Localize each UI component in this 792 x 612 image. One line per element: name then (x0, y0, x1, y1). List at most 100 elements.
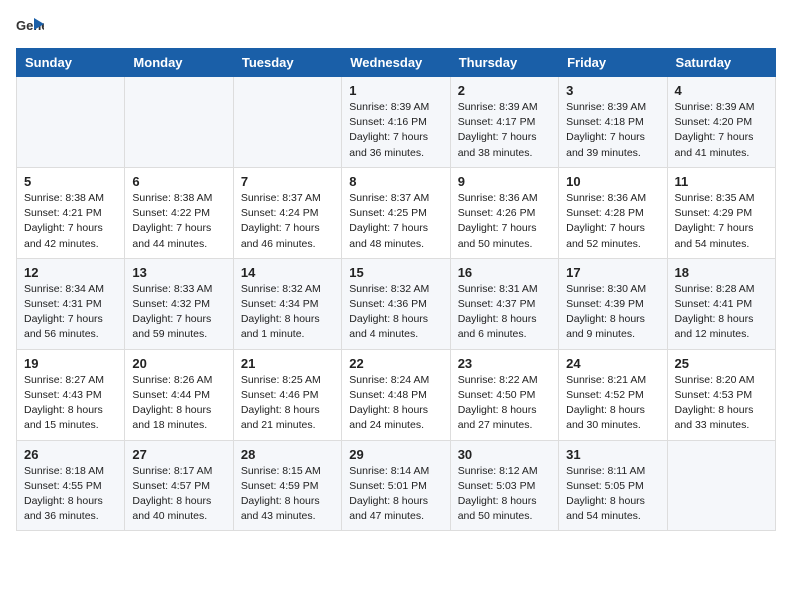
day-number: 5 (24, 174, 117, 189)
day-number: 26 (24, 447, 117, 462)
cell-content: Sunrise: 8:32 AM Sunset: 4:36 PM Dayligh… (349, 282, 442, 343)
cell-content: Sunrise: 8:33 AM Sunset: 4:32 PM Dayligh… (132, 282, 225, 343)
cell-content: Sunrise: 8:22 AM Sunset: 4:50 PM Dayligh… (458, 373, 551, 434)
calendar-cell: 10Sunrise: 8:36 AM Sunset: 4:28 PM Dayli… (559, 167, 667, 258)
cell-content: Sunrise: 8:39 AM Sunset: 4:20 PM Dayligh… (675, 100, 768, 161)
calendar-table: SundayMondayTuesdayWednesdayThursdayFrid… (16, 48, 776, 531)
calendar-cell (667, 440, 775, 531)
day-number: 17 (566, 265, 659, 280)
day-number: 24 (566, 356, 659, 371)
calendar-cell: 7 Sunrise: 8:37 AM Sunset: 4:24 PM Daylig… (233, 167, 341, 258)
cell-content: Sunrise: 8:15 AM Sunset: 4:59 PM Dayligh… (241, 464, 334, 525)
calendar-cell: 20 Sunrise: 8:26 AM Sunset: 4:44 PM Dayli… (125, 349, 233, 440)
calendar-cell: 13 Sunrise: 8:33 AM Sunset: 4:32 PM Dayli… (125, 258, 233, 349)
calendar-cell: 4 Sunrise: 8:39 AM Sunset: 4:20 PM Daylig… (667, 77, 775, 168)
calendar-cell: 16Sunrise: 8:31 AM Sunset: 4:37 PM Dayli… (450, 258, 558, 349)
calendar-cell: 6 Sunrise: 8:38 AM Sunset: 4:22 PM Daylig… (125, 167, 233, 258)
cell-content: Sunrise: 8:39 AM Sunset: 4:18 PM Dayligh… (566, 100, 659, 161)
cell-content: Sunrise: 8:30 AM Sunset: 4:39 PM Dayligh… (566, 282, 659, 343)
day-number: 20 (132, 356, 225, 371)
day-number: 21 (241, 356, 334, 371)
calendar-cell: 19Sunrise: 8:27 AM Sunset: 4:43 PM Dayli… (17, 349, 125, 440)
day-number: 9 (458, 174, 551, 189)
header-friday: Friday (559, 49, 667, 77)
day-number: 13 (132, 265, 225, 280)
header-monday: Monday (125, 49, 233, 77)
header-saturday: Saturday (667, 49, 775, 77)
day-number: 30 (458, 447, 551, 462)
calendar-cell: 18 Sunrise: 8:28 AM Sunset: 4:41 PM Dayli… (667, 258, 775, 349)
cell-content: Sunrise: 8:32 AM Sunset: 4:34 PM Dayligh… (241, 282, 334, 343)
calendar-cell: 21 Sunrise: 8:25 AM Sunset: 4:46 PM Dayli… (233, 349, 341, 440)
cell-content: Sunrise: 8:38 AM Sunset: 4:22 PM Dayligh… (132, 191, 225, 252)
calendar-cell: 24 Sunrise: 8:21 AM Sunset: 4:52 PM Dayli… (559, 349, 667, 440)
day-number: 31 (566, 447, 659, 462)
day-number: 10 (566, 174, 659, 189)
cell-content: Sunrise: 8:35 AM Sunset: 4:29 PM Dayligh… (675, 191, 768, 252)
cell-content: Sunrise: 8:39 AM Sunset: 4:17 PM Dayligh… (458, 100, 551, 161)
calendar-cell: 26 Sunrise: 8:18 AM Sunset: 4:55 PM Dayli… (17, 440, 125, 531)
header-tuesday: Tuesday (233, 49, 341, 77)
day-number: 4 (675, 83, 768, 98)
header-sunday: Sunday (17, 49, 125, 77)
day-number: 23 (458, 356, 551, 371)
day-number: 27 (132, 447, 225, 462)
cell-content: Sunrise: 8:20 AM Sunset: 4:53 PM Dayligh… (675, 373, 768, 434)
cell-content: Sunrise: 8:12 AM Sunset: 5:03 PM Dayligh… (458, 464, 551, 525)
calendar-header-row: SundayMondayTuesdayWednesdayThursdayFrid… (17, 49, 776, 77)
week-row-5: 26 Sunrise: 8:18 AM Sunset: 4:55 PM Dayli… (17, 440, 776, 531)
day-number: 8 (349, 174, 442, 189)
header-wednesday: Wednesday (342, 49, 450, 77)
day-number: 3 (566, 83, 659, 98)
cell-content: Sunrise: 8:14 AM Sunset: 5:01 PM Dayligh… (349, 464, 442, 525)
calendar-cell: 17 Sunrise: 8:30 AM Sunset: 4:39 PM Dayli… (559, 258, 667, 349)
calendar-cell: 5 Sunrise: 8:38 AM Sunset: 4:21 PM Daylig… (17, 167, 125, 258)
day-number: 25 (675, 356, 768, 371)
calendar-cell: 2 Sunrise: 8:39 AM Sunset: 4:17 PM Daylig… (450, 77, 558, 168)
cell-content: Sunrise: 8:26 AM Sunset: 4:44 PM Dayligh… (132, 373, 225, 434)
calendar-cell: 23 Sunrise: 8:22 AM Sunset: 4:50 PM Dayli… (450, 349, 558, 440)
week-row-4: 19Sunrise: 8:27 AM Sunset: 4:43 PM Dayli… (17, 349, 776, 440)
header-thursday: Thursday (450, 49, 558, 77)
calendar-cell: 11Sunrise: 8:35 AM Sunset: 4:29 PM Dayli… (667, 167, 775, 258)
cell-content: Sunrise: 8:34 AM Sunset: 4:31 PM Dayligh… (24, 282, 117, 343)
calendar-cell: 31 Sunrise: 8:11 AM Sunset: 5:05 PM Dayli… (559, 440, 667, 531)
day-number: 22 (349, 356, 442, 371)
calendar-cell: 27Sunrise: 8:17 AM Sunset: 4:57 PM Dayli… (125, 440, 233, 531)
calendar-cell (233, 77, 341, 168)
day-number: 1 (349, 83, 442, 98)
day-number: 12 (24, 265, 117, 280)
day-number: 28 (241, 447, 334, 462)
calendar-cell (125, 77, 233, 168)
week-row-2: 5 Sunrise: 8:38 AM Sunset: 4:21 PM Daylig… (17, 167, 776, 258)
week-row-1: 1 Sunrise: 8:39 AM Sunset: 4:16 PM Daylig… (17, 77, 776, 168)
cell-content: Sunrise: 8:37 AM Sunset: 4:25 PM Dayligh… (349, 191, 442, 252)
calendar-cell: 14 Sunrise: 8:32 AM Sunset: 4:34 PM Dayli… (233, 258, 341, 349)
day-number: 16 (458, 265, 551, 280)
day-number: 29 (349, 447, 442, 462)
cell-content: Sunrise: 8:27 AM Sunset: 4:43 PM Dayligh… (24, 373, 117, 434)
cell-content: Sunrise: 8:38 AM Sunset: 4:21 PM Dayligh… (24, 191, 117, 252)
day-number: 14 (241, 265, 334, 280)
logo-icon: General (16, 16, 44, 40)
calendar-cell: 3 Sunrise: 8:39 AM Sunset: 4:18 PM Daylig… (559, 77, 667, 168)
calendar-cell: 29 Sunrise: 8:14 AM Sunset: 5:01 PM Dayli… (342, 440, 450, 531)
cell-content: Sunrise: 8:37 AM Sunset: 4:24 PM Dayligh… (241, 191, 334, 252)
calendar-cell (17, 77, 125, 168)
day-number: 15 (349, 265, 442, 280)
cell-content: Sunrise: 8:18 AM Sunset: 4:55 PM Dayligh… (24, 464, 117, 525)
calendar-cell: 9Sunrise: 8:36 AM Sunset: 4:26 PM Daylig… (450, 167, 558, 258)
cell-content: Sunrise: 8:24 AM Sunset: 4:48 PM Dayligh… (349, 373, 442, 434)
cell-content: Sunrise: 8:25 AM Sunset: 4:46 PM Dayligh… (241, 373, 334, 434)
header: General (16, 16, 776, 40)
cell-content: Sunrise: 8:21 AM Sunset: 4:52 PM Dayligh… (566, 373, 659, 434)
day-number: 6 (132, 174, 225, 189)
cell-content: Sunrise: 8:11 AM Sunset: 5:05 PM Dayligh… (566, 464, 659, 525)
day-number: 2 (458, 83, 551, 98)
calendar-cell: 25 Sunrise: 8:20 AM Sunset: 4:53 PM Dayli… (667, 349, 775, 440)
calendar-cell: 30 Sunrise: 8:12 AM Sunset: 5:03 PM Dayli… (450, 440, 558, 531)
cell-content: Sunrise: 8:28 AM Sunset: 4:41 PM Dayligh… (675, 282, 768, 343)
day-number: 7 (241, 174, 334, 189)
day-number: 18 (675, 265, 768, 280)
cell-content: Sunrise: 8:39 AM Sunset: 4:16 PM Dayligh… (349, 100, 442, 161)
